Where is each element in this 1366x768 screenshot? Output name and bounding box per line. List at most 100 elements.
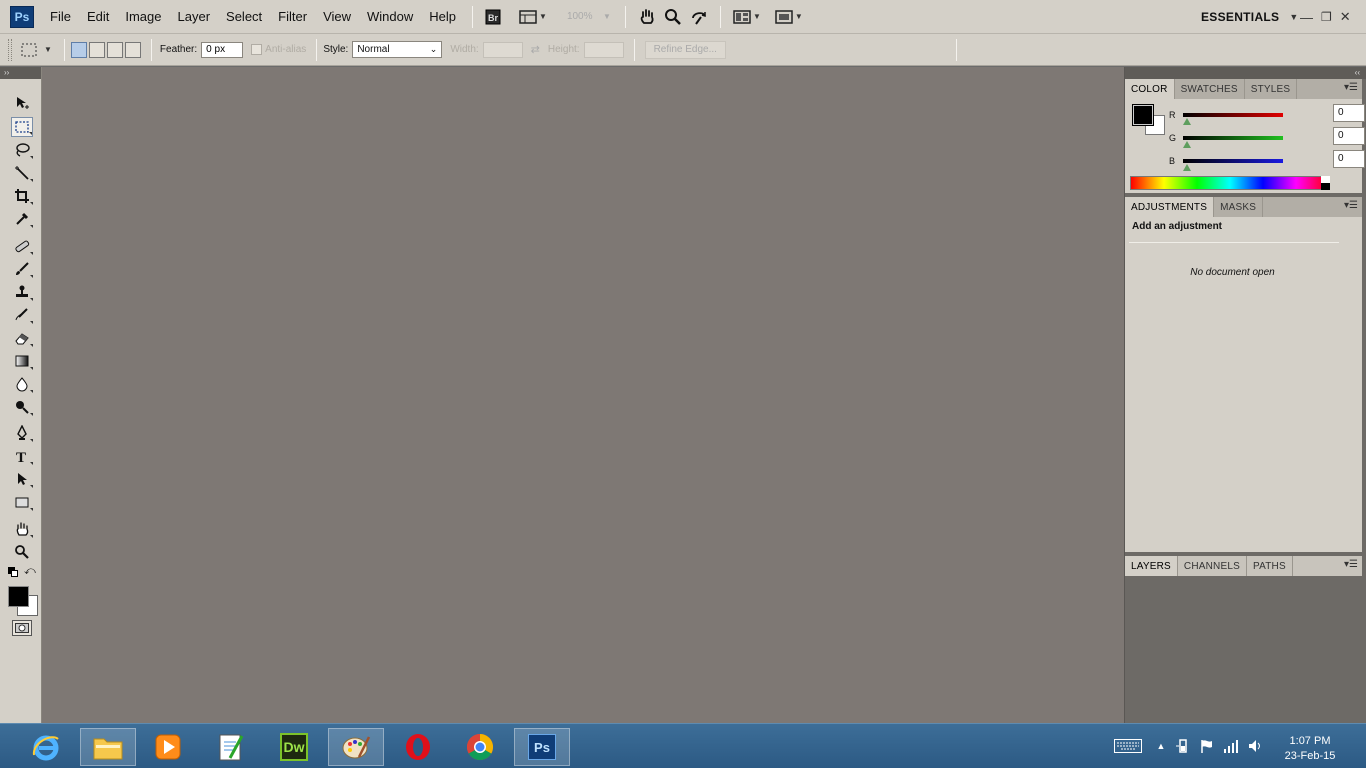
options-bar-grip[interactable] — [8, 38, 12, 61]
zoom-level-select[interactable]: 100% ▼ — [565, 8, 613, 26]
color-spectrum-bar[interactable] — [1130, 176, 1330, 190]
tab-color[interactable]: COLOR — [1125, 79, 1175, 99]
green-slider[interactable]: G 0 — [1169, 127, 1365, 148]
style-select[interactable]: Normal ⌄ — [352, 41, 443, 58]
red-slider-thumb[interactable] — [1183, 118, 1191, 125]
history-brush-tool[interactable] — [11, 305, 33, 325]
spectrum-black-white-chip[interactable] — [1321, 176, 1330, 190]
menu-image[interactable]: Image — [117, 0, 169, 34]
tab-layers[interactable]: LAYERS — [1125, 556, 1178, 576]
panel-menu-icon[interactable]: ▾☰ — [1344, 559, 1358, 570]
intersect-selection-button[interactable] — [124, 41, 141, 58]
green-slider-track[interactable] — [1183, 136, 1283, 140]
tab-paths[interactable]: PATHS — [1247, 556, 1293, 576]
blue-slider-thumb[interactable] — [1183, 164, 1191, 171]
swap-colors-icon[interactable]: ⤺ — [24, 565, 36, 578]
lasso-tool[interactable] — [11, 140, 33, 160]
width-input[interactable] — [482, 41, 523, 58]
taskbar-media-player[interactable] — [140, 728, 196, 766]
blue-value-input[interactable]: 0 — [1333, 150, 1365, 168]
restore-icon[interactable]: ❐ — [1321, 10, 1332, 24]
red-slider[interactable]: R 0 — [1169, 104, 1365, 125]
taskbar-opera[interactable] — [390, 728, 446, 766]
menu-filter[interactable]: Filter — [270, 0, 315, 34]
hand-tool-button[interactable] — [638, 6, 656, 28]
volume-icon[interactable] — [1246, 738, 1264, 754]
workspace-switcher[interactable]: ESSENTIALS ▼ — [1201, 0, 1299, 34]
zoom-tool-button[interactable] — [664, 6, 682, 28]
arrange-documents-button[interactable]: ▼ — [733, 6, 761, 28]
touch-keyboard-icon[interactable] — [1114, 738, 1142, 754]
foreground-color-swatch[interactable] — [8, 586, 29, 607]
quick-selection-tool[interactable] — [11, 163, 33, 183]
blur-tool[interactable] — [11, 374, 33, 394]
document-canvas-area[interactable] — [42, 67, 1124, 723]
feather-input[interactable] — [201, 41, 244, 58]
red-value-input[interactable]: 0 — [1333, 104, 1365, 122]
panel-menu-icon[interactable]: ▾☰ — [1344, 82, 1358, 93]
red-slider-track[interactable] — [1183, 113, 1283, 117]
show-hidden-icons-icon[interactable]: ▲ — [1152, 738, 1170, 754]
refine-edge-button[interactable]: Refine Edge... — [644, 40, 726, 59]
taskbar-dreamweaver[interactable]: Dw — [266, 728, 322, 766]
menu-view[interactable]: View — [315, 0, 359, 34]
eyedropper-tool[interactable] — [11, 209, 33, 229]
anti-alias-checkbox[interactable] — [251, 44, 263, 55]
taskbar-file-explorer[interactable] — [80, 728, 136, 766]
rectangle-tool[interactable] — [11, 492, 33, 512]
tools-panel-header[interactable]: ›› — [0, 67, 41, 79]
brush-tool[interactable] — [11, 259, 33, 279]
tool-preset-picker[interactable]: ▼ — [20, 42, 52, 58]
power-icon[interactable] — [1174, 738, 1192, 754]
rotate-view-button[interactable] — [690, 6, 708, 28]
panel-menu-icon[interactable]: ▾☰ — [1344, 200, 1358, 211]
green-slider-thumb[interactable] — [1183, 141, 1191, 148]
healing-brush-tool[interactable] — [11, 236, 33, 256]
close-icon[interactable]: ✕ — [1340, 9, 1351, 25]
menu-help[interactable]: Help — [421, 0, 464, 34]
green-value-input[interactable]: 0 — [1333, 127, 1365, 145]
menu-file[interactable]: File — [42, 0, 79, 34]
pen-tool[interactable] — [11, 423, 33, 443]
default-colors-icon[interactable] — [8, 567, 18, 577]
taskbar-notepad[interactable] — [202, 728, 258, 766]
blue-slider-track[interactable] — [1183, 159, 1283, 163]
tab-adjustments[interactable]: ADJUSTMENTS — [1125, 197, 1215, 217]
launch-bridge-button[interactable]: Br — [485, 6, 501, 28]
tab-styles[interactable]: STYLES — [1245, 79, 1298, 99]
tab-swatches[interactable]: SWATCHES — [1175, 79, 1245, 99]
tab-masks[interactable]: MASKS — [1214, 197, 1264, 217]
tab-channels[interactable]: CHANNELS — [1178, 556, 1247, 576]
network-icon[interactable] — [1222, 738, 1240, 754]
rectangular-marquee-tool[interactable] — [11, 117, 33, 137]
height-input[interactable] — [583, 41, 624, 58]
swap-dimensions-icon[interactable]: ⇄ — [531, 43, 540, 56]
eraser-tool[interactable] — [11, 328, 33, 348]
quick-mask-button[interactable] — [12, 620, 32, 636]
gradient-tool[interactable] — [11, 351, 33, 371]
menu-window[interactable]: Window — [359, 0, 421, 34]
add-to-selection-button[interactable] — [88, 41, 105, 58]
crop-tool[interactable] — [11, 186, 33, 206]
type-tool[interactable]: T — [11, 446, 33, 466]
taskbar-chrome[interactable] — [452, 728, 508, 766]
system-clock[interactable]: 1:07 PM 23-Feb-15 — [1270, 734, 1350, 764]
minimize-icon[interactable]: — — [1300, 10, 1313, 25]
clone-stamp-tool[interactable] — [11, 282, 33, 302]
action-center-flag-icon[interactable] — [1198, 738, 1216, 754]
move-tool[interactable] — [11, 93, 33, 113]
taskbar-paint[interactable] — [328, 728, 384, 766]
menu-edit[interactable]: Edit — [79, 0, 117, 34]
taskbar-internet-explorer[interactable] — [18, 728, 74, 766]
blue-slider[interactable]: B 0 — [1169, 150, 1365, 171]
dodge-tool[interactable] — [11, 397, 33, 417]
screen-mode-button[interactable]: ▼ — [775, 6, 803, 28]
taskbar-photoshop[interactable]: Ps — [514, 728, 570, 766]
panel-dock-header[interactable]: ‹‹ — [1125, 67, 1366, 79]
new-selection-button[interactable] — [70, 41, 87, 58]
zoom-tool[interactable] — [11, 542, 33, 562]
menu-layer[interactable]: Layer — [170, 0, 219, 34]
hand-tool[interactable] — [11, 519, 33, 539]
path-selection-tool[interactable] — [11, 469, 33, 489]
subtract-from-selection-button[interactable] — [106, 41, 123, 58]
